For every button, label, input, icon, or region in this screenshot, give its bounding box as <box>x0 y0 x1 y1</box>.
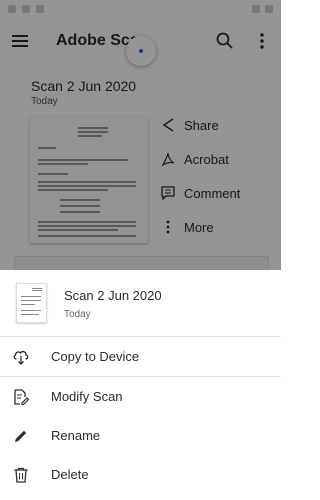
sheet-scan-thumbnail <box>16 283 47 323</box>
pencil-icon <box>15 430 27 442</box>
delete-label: Delete <box>51 467 89 482</box>
copy-to-device-label: Copy to Device <box>51 349 140 364</box>
modify-scan-label: Modify Scan <box>51 389 123 404</box>
rename-label: Rename <box>51 428 101 443</box>
modify-document-icon <box>14 388 30 405</box>
sheet-header: Scan 2 Jun 2020 Today <box>0 270 281 337</box>
rename-item[interactable]: Rename <box>0 416 281 455</box>
trash-icon <box>14 467 28 483</box>
modal-scrim[interactable] <box>0 0 281 270</box>
bottom-sheet: Scan 2 Jun 2020 Today Copy to Device Mod… <box>0 270 281 500</box>
sheet-title: Scan 2 Jun 2020 <box>64 288 162 303</box>
delete-item[interactable]: Delete <box>0 455 281 494</box>
cloud-download-icon <box>13 350 29 365</box>
sheet-date: Today <box>64 309 91 320</box>
copy-to-device-item[interactable]: Copy to Device <box>0 337 281 376</box>
modify-scan-item[interactable]: Modify Scan <box>0 377 281 416</box>
